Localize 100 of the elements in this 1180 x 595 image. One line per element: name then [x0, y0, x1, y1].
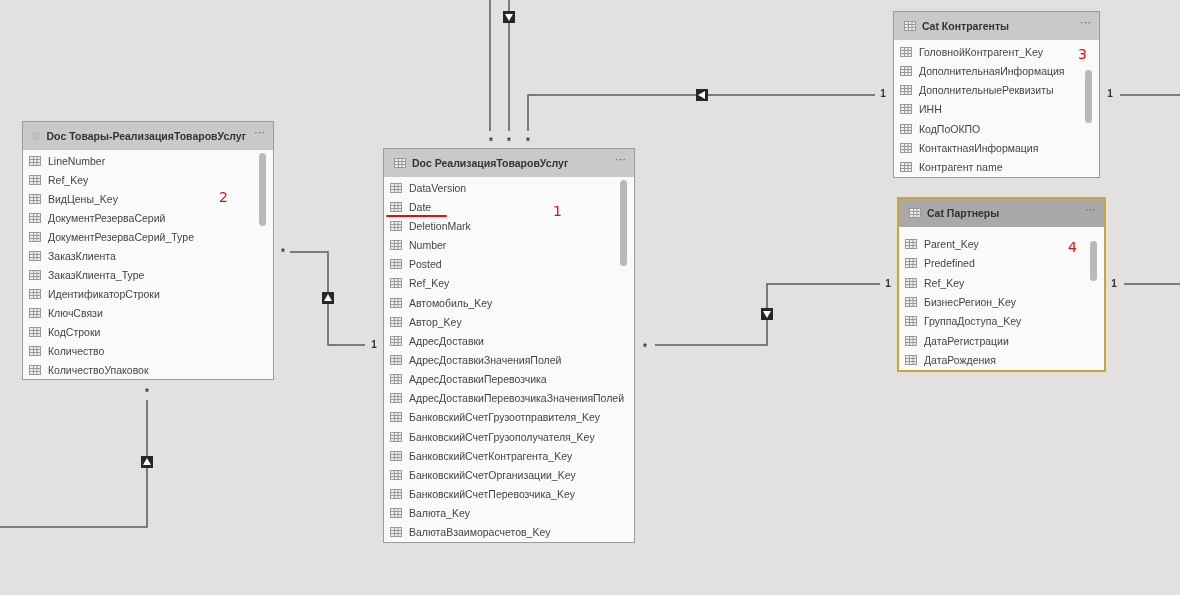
- column-name[interactable]: БанковскийСчетГрузоотправителя_Key: [409, 411, 601, 424]
- table-icon: [33, 131, 41, 141]
- table-icon: [905, 296, 917, 307]
- column-name[interactable]: БанковскийСчетГрузополучателя_Key: [409, 430, 595, 443]
- column-name[interactable]: ДокументРезерваСерий: [48, 211, 166, 224]
- column-name[interactable]: КодСтроки: [48, 325, 101, 338]
- table-icon: [390, 316, 402, 327]
- cardinality-label: 1: [371, 340, 377, 350]
- table-card[interactable]: Cat Контрагенты ··· ГоловнойКонтрагент_Key ДополнительнаяИнформация ДополнительныеРеквизиты ИНН КодПоОКПО КонтактнаяИнформация Контрагент name 3: [893, 11, 1100, 178]
- column-name[interactable]: Автор_Key: [409, 315, 462, 328]
- column-name[interactable]: ДатаРождения: [924, 354, 996, 367]
- column-name[interactable]: КоличествоУпаковок: [48, 363, 149, 376]
- column-name[interactable]: Number: [409, 239, 447, 252]
- table-card[interactable]: [22, 121, 274, 380]
- column-name[interactable]: ЗаказКлиента_Type: [48, 268, 145, 281]
- table-icon: [390, 297, 402, 308]
- column-name[interactable]: БанковскийСчетКонтрагента_Key: [409, 449, 573, 462]
- table-icon: [29, 174, 41, 185]
- table-icon: [390, 527, 402, 538]
- scrollbar-thumb[interactable]: [1090, 241, 1097, 281]
- table-icon: [905, 316, 917, 327]
- column-name[interactable]: ГоловнойКонтрагент_Key: [919, 45, 1043, 58]
- cardinality-label: 1: [880, 89, 886, 99]
- table-icon: [390, 469, 402, 480]
- column-name[interactable]: ДатаРегистрации: [924, 334, 1009, 347]
- column-name[interactable]: БанковскийСчетПеревозчика_Key: [409, 488, 575, 501]
- table-icon: [900, 85, 912, 96]
- column-name[interactable]: Ref_Key: [924, 276, 965, 289]
- table-icon: [390, 393, 402, 404]
- column-name[interactable]: Ref_Key: [409, 277, 450, 290]
- table-icon: [905, 355, 917, 366]
- column-name[interactable]: DataVersion: [409, 181, 467, 194]
- column-name[interactable]: Автомобиль_Key: [409, 296, 493, 309]
- table-icon: [29, 269, 41, 280]
- column-name[interactable]: LineNumber: [48, 154, 106, 167]
- column-name[interactable]: АдресДоставкиПеревозчикаЗначенияПолей: [409, 392, 625, 405]
- table-icon: [29, 307, 41, 318]
- column-name[interactable]: ЗаказКлиента: [48, 249, 116, 262]
- table-title: Cat Контрагенты: [922, 20, 1011, 32]
- column-name[interactable]: ИдентификаторСтроки: [48, 287, 160, 300]
- column-name[interactable]: Контрагент name: [919, 161, 1003, 174]
- column-name[interactable]: КонтактнаяИнформация: [919, 142, 1039, 155]
- annotation-number: 2: [219, 189, 228, 205]
- cardinality-label: *: [526, 137, 530, 147]
- column-name[interactable]: Ref_Key: [48, 173, 89, 186]
- table-icon: [390, 450, 402, 461]
- table-icon: [390, 335, 402, 346]
- column-name[interactable]: ДокументРезерваСерий_Type: [48, 230, 194, 243]
- column-name[interactable]: АдресДоставкиПеревозчика: [409, 373, 547, 386]
- table-icon: [29, 345, 41, 356]
- cardinality-label: *: [145, 388, 149, 398]
- table-icon: [390, 355, 402, 365]
- column-name[interactable]: ДополнительнаяИнформация: [919, 64, 1065, 77]
- column-name[interactable]: Parent_Key: [924, 237, 979, 250]
- table-card[interactable]: Cat Партнеры ··· Parent_Key Predefined Ref_Key БизнесРегион_Key ГруппаДоступа_Key ДатаРегистрации ДатаРождения 4: [897, 197, 1106, 372]
- table-icon: [390, 278, 402, 289]
- table-icon: [394, 158, 406, 168]
- cardinality-label: *: [507, 137, 511, 147]
- column-name[interactable]: DeletionMark: [409, 219, 471, 232]
- table-icon: [900, 65, 912, 76]
- column-name[interactable]: ДополнительныеРеквизиты: [919, 84, 1054, 97]
- more-options-button[interactable]: ···: [613, 153, 628, 165]
- column-name[interactable]: КлючСвязи: [48, 306, 103, 319]
- table-icon: [905, 277, 917, 288]
- column-name[interactable]: ВидЦены_Key: [48, 192, 118, 205]
- table-icon: [390, 201, 402, 212]
- table-icon: [905, 238, 917, 249]
- table-icon: [900, 104, 912, 115]
- column-name[interactable]: Валюта_Key: [409, 507, 471, 520]
- cardinality-label: 1: [1107, 89, 1113, 99]
- table-icon: [29, 155, 41, 166]
- table-icon: [29, 326, 41, 337]
- scrollbar-thumb[interactable]: [259, 153, 266, 226]
- column-name[interactable]: БанковскийСчетОрганизации_Key: [409, 468, 576, 481]
- column-name[interactable]: АдресДоставкиЗначенияПолей: [409, 354, 562, 366]
- column-name[interactable]: ВалютаВзаиморасчетов_Key: [409, 526, 551, 539]
- more-options-button[interactable]: ···: [252, 126, 267, 138]
- table-icon: [900, 162, 912, 173]
- column-name[interactable]: ГруппаДоступа_Key: [924, 315, 1022, 328]
- table-card[interactable]: [383, 148, 635, 543]
- more-options-button[interactable]: ···: [1078, 16, 1093, 28]
- column-name[interactable]: КодПоОКПО: [919, 122, 981, 135]
- column-name[interactable]: Predefined: [924, 257, 975, 270]
- column-name[interactable]: ИНН: [919, 103, 942, 116]
- table-icon: [900, 46, 912, 57]
- annotation-number: 4: [1068, 239, 1077, 255]
- cardinality-label: *: [281, 248, 285, 258]
- column-name[interactable]: Posted: [409, 258, 442, 271]
- table-icon: [900, 143, 912, 154]
- table-icon: [29, 212, 41, 223]
- column-name[interactable]: Количество: [48, 344, 105, 357]
- cardinality-label: 1: [885, 279, 891, 289]
- scrollbar-thumb[interactable]: [620, 180, 627, 266]
- scrollbar-thumb[interactable]: [1085, 70, 1092, 123]
- column-name[interactable]: АдресДоставки: [409, 334, 484, 347]
- column-name[interactable]: БизнесРегион_Key: [924, 295, 1017, 308]
- table-icon: [390, 431, 402, 442]
- column-name[interactable]: Date: [409, 200, 432, 213]
- relationship-line[interactable]: [508, 0, 510, 132]
- table-title: Doc Товары-РеализацияТоваровУслуг: [46, 130, 246, 142]
